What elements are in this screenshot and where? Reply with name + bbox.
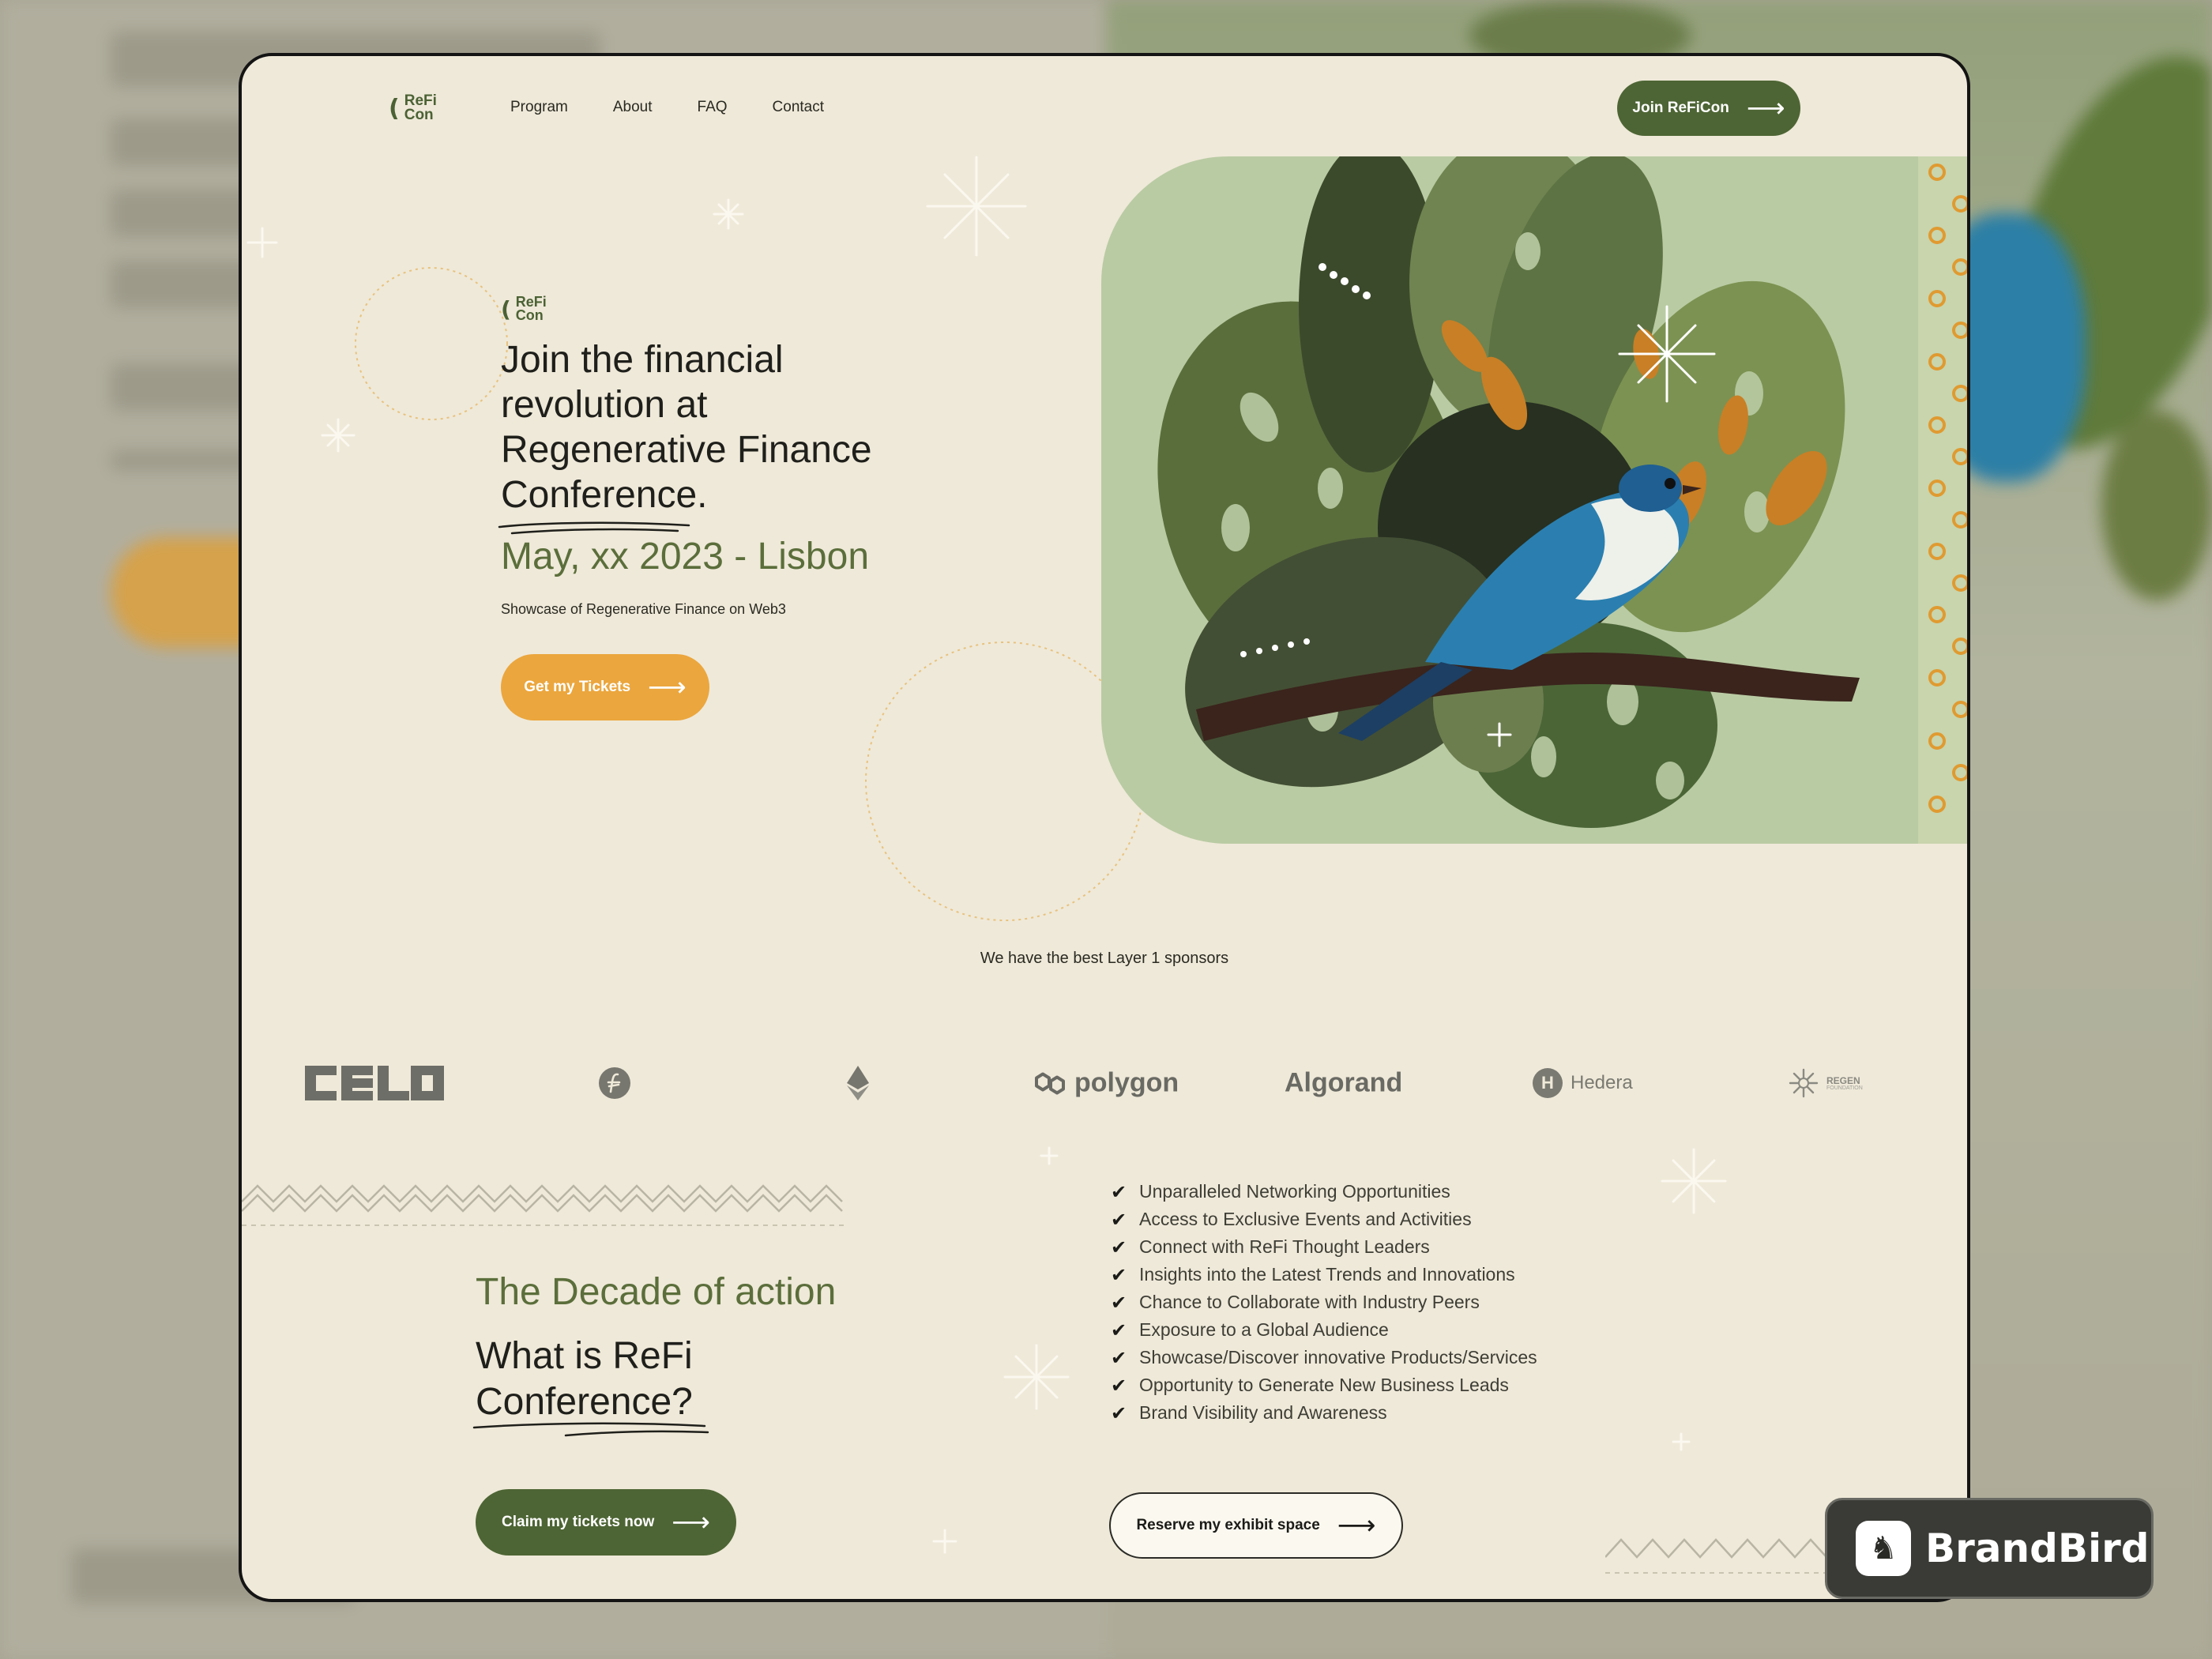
- nav-link-program[interactable]: Program: [510, 99, 568, 116]
- regen-logo-icon: [1789, 1068, 1819, 1098]
- claim-tickets-label: Claim my tickets now: [502, 1514, 655, 1530]
- arrow-right-icon: ⟶: [672, 1507, 710, 1538]
- section-kicker: The Decade of action: [476, 1271, 837, 1313]
- check-icon: ✔: [1110, 1374, 1127, 1397]
- list-item: ✔ Insights into the Latest Trends and Inn…: [1110, 1263, 1515, 1286]
- check-icon: ✔: [1110, 1236, 1127, 1258]
- check-icon: ✔: [1110, 1180, 1127, 1203]
- leaves-and-bird-illustration: [1101, 156, 1967, 844]
- backdrop-leaf: [2101, 411, 2212, 600]
- zigzag-ornament: [242, 1184, 845, 1226]
- regen-wordmark: REGEN FOUNDATION: [1826, 1074, 1863, 1091]
- celo-logo-icon: [305, 1066, 444, 1100]
- benefits-list: ✔ Unparalleled Networking Opportunities ✔…: [1109, 1178, 1537, 1427]
- arrow-right-icon: ⟶: [1746, 92, 1785, 124]
- refi-con-logo[interactable]: ( ReFi Con: [389, 92, 437, 124]
- list-item: ✔ Connect with ReFi Thought Leaders: [1110, 1236, 1430, 1258]
- sponsor-logo-ethereum[interactable]: [847, 1066, 869, 1100]
- hedera-wordmark: Hedera: [1571, 1072, 1633, 1093]
- sponsor-logo-filecoin[interactable]: [599, 1067, 630, 1099]
- list-item: ✔ Unparalleled Networking Opportunities: [1110, 1180, 1450, 1203]
- join-button-label: Join ReFiCon: [1632, 100, 1729, 116]
- list-item: ✔ Showcase/Discover innovative Products/S…: [1110, 1346, 1537, 1369]
- sponsor-logo-hedera[interactable]: H Hedera: [1533, 1068, 1633, 1098]
- sponsor-logo-regen[interactable]: REGEN FOUNDATION: [1789, 1068, 1863, 1098]
- ethereum-logo-icon: [847, 1066, 869, 1100]
- sponsor-logo-celo[interactable]: [305, 1066, 444, 1100]
- join-reficon-button[interactable]: Join ReFiCon ⟶: [1617, 81, 1800, 136]
- event-date: May, xx 2023 - Lisbon: [501, 536, 870, 577]
- hero-refi-con-logo: ( ReFi Con: [501, 295, 547, 322]
- check-icon: ✔: [1110, 1346, 1127, 1369]
- top-navigation: ( ReFi Con Program About FAQ Contact Join…: [242, 56, 1967, 159]
- check-icon: ✔: [1110, 1291, 1127, 1314]
- claim-tickets-button[interactable]: Claim my tickets now ⟶: [476, 1489, 736, 1556]
- zigzag-ornament: [1605, 1538, 1842, 1574]
- list-item: ✔ Access to Exclusive Events and Activiti…: [1110, 1208, 1472, 1231]
- polygon-wordmark: polygon: [1074, 1067, 1179, 1098]
- arrow-right-icon: ⟶: [648, 672, 687, 703]
- website-window: ( ReFi Con Program About FAQ Contact Join…: [239, 53, 1970, 1602]
- hero-subtitle: Showcase of Regenerative Finance on Web3: [501, 601, 786, 617]
- list-item: ✔ Brand Visibility and Awareness: [1110, 1401, 1387, 1424]
- nav-link-about[interactable]: About: [613, 99, 653, 116]
- list-item: ✔ Exposure to a Global Audience: [1110, 1319, 1389, 1341]
- hedera-logo-icon: H: [1533, 1068, 1563, 1098]
- sponsor-logo-polygon[interactable]: polygon: [1033, 1068, 1179, 1099]
- get-tickets-button[interactable]: Get my Tickets ⟶: [501, 654, 709, 720]
- nav-links: Program About FAQ Contact: [510, 99, 869, 116]
- brandbird-watermark: ♞ BrandBird: [1825, 1498, 2154, 1599]
- check-icon: ✔: [1110, 1263, 1127, 1286]
- filecoin-logo-icon: [599, 1067, 630, 1099]
- algorand-wordmark: Algorand: [1285, 1067, 1403, 1098]
- refi-con-logo-mark-icon: (: [501, 295, 511, 322]
- check-icon: ✔: [1110, 1401, 1127, 1424]
- polygon-logo-icon: [1035, 1072, 1065, 1094]
- brandbird-logo-icon: ♞: [1856, 1521, 1911, 1576]
- section-title: What is ReFi Conference?: [476, 1335, 693, 1423]
- hero-title: Join the financial revolution at Regener…: [501, 339, 872, 516]
- refi-con-logo-mark-icon: (: [389, 94, 400, 122]
- reserve-exhibit-button[interactable]: Reserve my exhibit space ⟶: [1109, 1492, 1403, 1559]
- hand-drawn-underline: [472, 1422, 709, 1437]
- hero-illustration: [1101, 156, 1967, 844]
- sponsor-logo-algorand[interactable]: Algorand: [1285, 1068, 1402, 1099]
- logo-text: ReFi Con: [404, 92, 437, 124]
- brandbird-wordmark: BrandBird: [1925, 1525, 2150, 1571]
- nav-link-faq[interactable]: FAQ: [698, 99, 728, 116]
- get-tickets-label: Get my Tickets: [524, 679, 631, 695]
- list-item: ✔ Chance to Collaborate with Industry Pee…: [1110, 1291, 1480, 1314]
- check-icon: ✔: [1110, 1319, 1127, 1341]
- sponsors-heading: We have the best Layer 1 sponsors: [980, 950, 1229, 967]
- reserve-exhibit-label: Reserve my exhibit space: [1136, 1517, 1320, 1533]
- check-icon: ✔: [1110, 1208, 1127, 1231]
- arrow-right-icon: ⟶: [1337, 1510, 1376, 1541]
- list-item: ✔ Opportunity to Generate New Business Le…: [1110, 1374, 1509, 1397]
- nav-link-contact[interactable]: Contact: [773, 99, 824, 116]
- logo-text: ReFi Con: [515, 294, 547, 324]
